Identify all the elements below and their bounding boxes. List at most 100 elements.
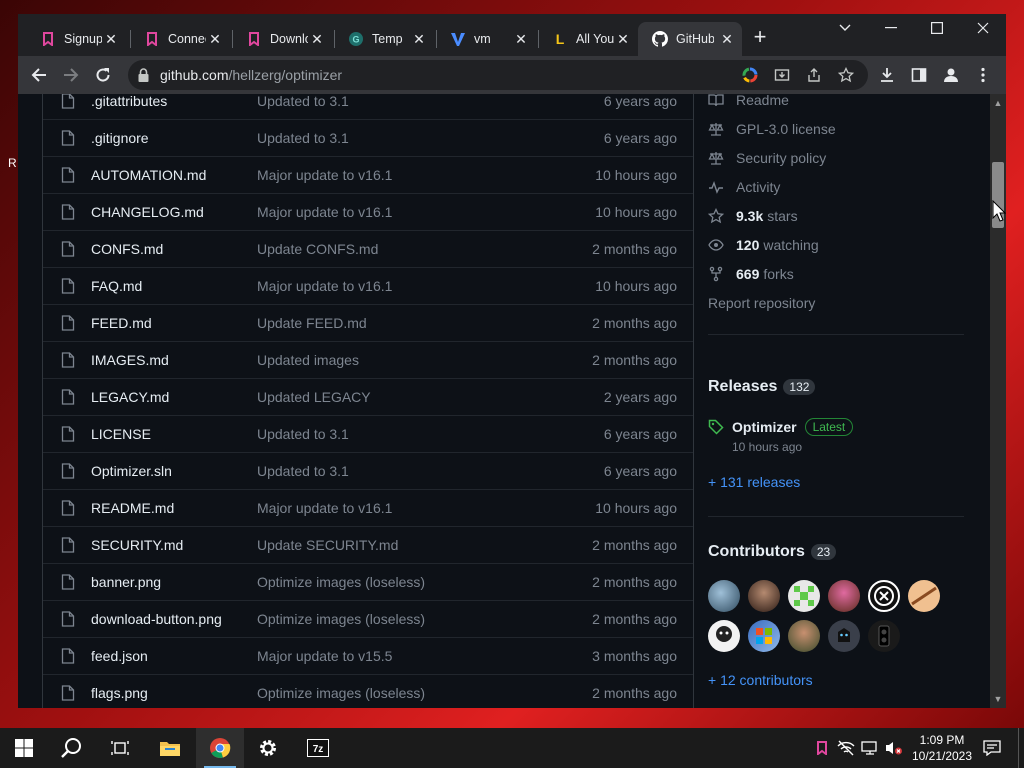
scroll-up-arrow-icon[interactable]: ▲: [993, 98, 1003, 108]
star-bookmark-icon[interactable]: [836, 65, 856, 85]
security-policy-link[interactable]: Security policy: [708, 148, 826, 168]
file-name[interactable]: AUTOMATION.md: [91, 167, 206, 183]
close-icon[interactable]: ✕: [308, 30, 326, 48]
contributor-avatar[interactable]: [708, 620, 740, 652]
forward-button[interactable]: [58, 62, 84, 88]
close-icon[interactable]: ✕: [614, 30, 632, 48]
tab-github[interactable]: GitHub ✕: [638, 22, 742, 56]
file-row[interactable]: .gitignore Updated to 3.1 6 years ago: [43, 119, 693, 156]
contributor-avatar[interactable]: [788, 580, 820, 612]
watching-link[interactable]: 120 watching: [708, 235, 819, 255]
share-icon[interactable]: [804, 65, 824, 85]
network-icon[interactable]: [860, 738, 880, 758]
file-name[interactable]: download-button.png: [91, 611, 222, 627]
contributor-avatar[interactable]: [908, 580, 940, 612]
downloads-button[interactable]: [874, 62, 900, 88]
stars-link[interactable]: 9.3k stars: [708, 206, 798, 226]
show-desktop-button[interactable]: [1018, 728, 1024, 768]
contributor-avatar[interactable]: [868, 580, 900, 612]
file-row[interactable]: IMAGES.md Updated images 2 months ago: [43, 341, 693, 378]
lock-icon[interactable]: [138, 68, 149, 87]
contributor-avatar[interactable]: [828, 620, 860, 652]
file-explorer-button[interactable]: [146, 728, 194, 768]
chrome-button[interactable]: [196, 728, 244, 768]
license-link[interactable]: GPL-3.0 license: [708, 119, 836, 139]
file-name[interactable]: flags.png: [91, 685, 148, 701]
file-name[interactable]: .gitignore: [91, 130, 149, 146]
maximize-button[interactable]: [914, 14, 960, 42]
file-name[interactable]: IMAGES.md: [91, 352, 169, 368]
contributor-avatar[interactable]: [868, 620, 900, 652]
file-row[interactable]: README.md Major update to v16.1 10 hours a…: [43, 489, 693, 526]
network-off-icon[interactable]: [836, 738, 856, 758]
notifications-icon[interactable]: [982, 738, 1002, 758]
profile-button[interactable]: [938, 62, 964, 88]
forks-link[interactable]: 669 forks: [708, 264, 794, 284]
file-row[interactable]: feed.json Major update to v15.5 3 months a…: [43, 637, 693, 674]
file-row[interactable]: banner.png Optimize images (loseless) 2 mo…: [43, 563, 693, 600]
report-repository-link[interactable]: Report repository: [708, 293, 815, 313]
commit-message[interactable]: Major update to v15.5: [257, 648, 392, 664]
close-icon[interactable]: ✕: [102, 30, 120, 48]
commit-message[interactable]: Updated LEGACY: [257, 389, 371, 405]
close-icon[interactable]: ✕: [206, 30, 224, 48]
close-icon[interactable]: ✕: [718, 30, 736, 48]
file-row[interactable]: FAQ.md Major update to v16.1 10 hours ago: [43, 267, 693, 304]
bookmark-tray-icon[interactable]: [812, 738, 832, 758]
commit-message[interactable]: Updated images: [257, 352, 359, 368]
contributor-avatar[interactable]: [828, 580, 860, 612]
file-row[interactable]: SECURITY.md Update SECURITY.md 2 months ag…: [43, 526, 693, 563]
side-panel-button[interactable]: [906, 62, 932, 88]
commit-message[interactable]: Update FEED.md: [257, 315, 367, 331]
commit-message[interactable]: Optimize images (loseless): [257, 611, 425, 627]
search-button[interactable]: [48, 728, 96, 768]
file-row[interactable]: .gitattributes Updated to 3.1 6 years ago: [43, 94, 693, 119]
more-contributors-link[interactable]: + 12 contributors: [708, 672, 813, 688]
contributors-heading[interactable]: Contributors 23: [708, 543, 837, 561]
close-window-button[interactable]: [960, 14, 1006, 42]
tab-signup[interactable]: Signup ✕: [26, 22, 126, 56]
file-row[interactable]: FEED.md Update FEED.md 2 months ago: [43, 304, 693, 341]
commit-message[interactable]: Optimize images (loseless): [257, 685, 425, 701]
commit-message[interactable]: Major update to v16.1: [257, 278, 392, 294]
file-row[interactable]: CONFS.md Update CONFS.md 2 months ago: [43, 230, 693, 267]
minimize-button[interactable]: [868, 14, 914, 42]
file-name[interactable]: LEGACY.md: [91, 389, 169, 405]
file-name[interactable]: FAQ.md: [91, 278, 142, 294]
tab-search-button[interactable]: [822, 14, 868, 42]
commit-message[interactable]: Updated to 3.1: [257, 463, 349, 479]
contributor-avatar[interactable]: [748, 620, 780, 652]
file-row[interactable]: flags.png Optimize images (loseless) 2 mon…: [43, 674, 693, 708]
close-icon[interactable]: ✕: [410, 30, 428, 48]
taskbar-clock[interactable]: 1:09 PM 10/21/2023: [906, 732, 978, 764]
page-scrollbar[interactable]: ▲ ▼: [990, 94, 1006, 708]
contributor-avatar[interactable]: [788, 620, 820, 652]
task-view-button[interactable]: [96, 728, 144, 768]
address-bar[interactable]: github.com/hellzerg/optimizer: [128, 60, 868, 90]
more-releases-link[interactable]: + 131 releases: [708, 474, 800, 490]
file-name[interactable]: CHANGELOG.md: [91, 204, 204, 220]
file-name[interactable]: LICENSE: [91, 426, 151, 442]
menu-button[interactable]: [970, 62, 996, 88]
tab-vm[interactable]: vm ✕: [436, 22, 536, 56]
scroll-down-arrow-icon[interactable]: ▼: [993, 694, 1003, 704]
reload-button[interactable]: [90, 62, 116, 88]
settings-button[interactable]: [244, 728, 292, 768]
tab-all-you[interactable]: L All You ✕: [538, 22, 638, 56]
start-button[interactable]: [0, 728, 48, 768]
activity-link[interactable]: Activity: [708, 177, 780, 197]
commit-message[interactable]: Update CONFS.md: [257, 241, 378, 257]
file-name[interactable]: README.md: [91, 500, 174, 516]
contributor-avatar[interactable]: [748, 580, 780, 612]
file-row[interactable]: AUTOMATION.md Major update to v16.1 10 hou…: [43, 156, 693, 193]
file-name[interactable]: Optimizer.sln: [91, 463, 172, 479]
file-name[interactable]: FEED.md: [91, 315, 152, 331]
file-name[interactable]: CONFS.md: [91, 241, 163, 257]
7zip-button[interactable]: 7z: [294, 728, 342, 768]
commit-message[interactable]: Optimize images (loseless): [257, 574, 425, 590]
file-row[interactable]: Optimizer.sln Updated to 3.1 6 years ago: [43, 452, 693, 489]
file-row[interactable]: LICENSE Updated to 3.1 6 years ago: [43, 415, 693, 452]
tab-temp[interactable]: G Temp ✕: [334, 22, 434, 56]
readme-link[interactable]: Readme: [708, 94, 789, 110]
back-button[interactable]: [26, 62, 52, 88]
